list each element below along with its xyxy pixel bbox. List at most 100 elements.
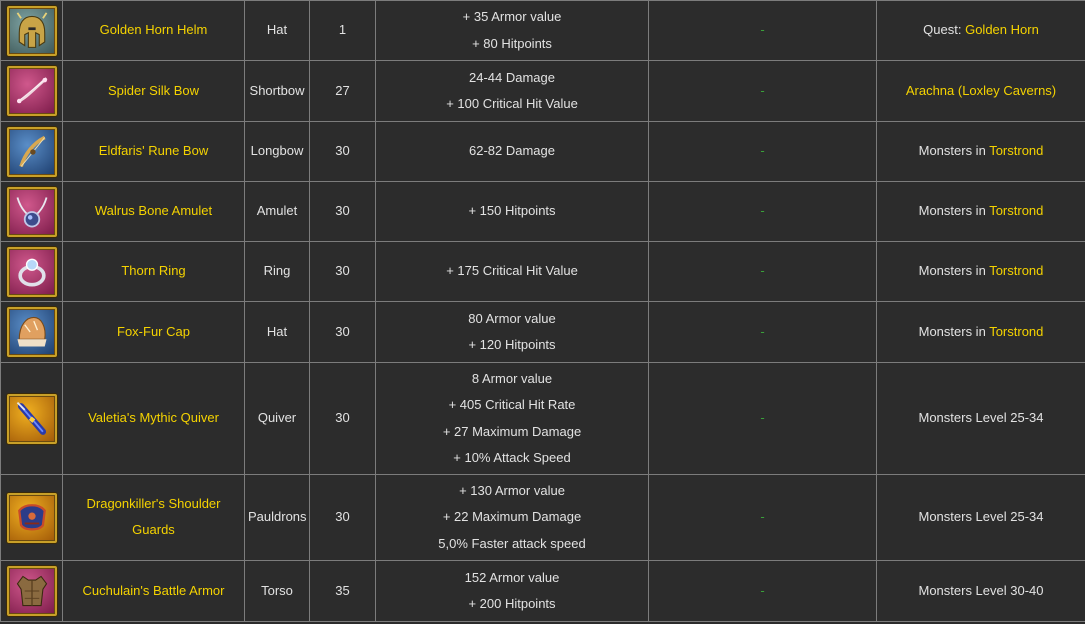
- item-set: -: [760, 582, 765, 598]
- item-stats-cell: 152 Armor value + 200 Hitpoints: [375, 560, 649, 622]
- item-level: 30: [335, 263, 350, 279]
- pauldrons-icon-art: [17, 503, 46, 530]
- item-source-cell: Monsters in Torstrond: [876, 121, 1085, 182]
- ring-icon[interactable]: [6, 246, 57, 297]
- icon-cell: [0, 60, 63, 122]
- source-link[interactable]: Golden Horn: [965, 22, 1039, 37]
- stat-line: 8 Armor value: [471, 370, 553, 386]
- source-link[interactable]: Torstrond: [989, 263, 1043, 278]
- item-set: -: [760, 263, 765, 279]
- item-name-cell: Golden Horn Helm: [62, 0, 245, 61]
- stat-line: + 35 Armor value: [462, 9, 562, 24]
- item-set-cell: -: [648, 241, 877, 302]
- item-level-cell: 27: [309, 60, 376, 122]
- stat-line: + 120 Hitpoints: [468, 337, 556, 352]
- item-set-cell: -: [648, 362, 877, 475]
- table-row: Spider Silk Bow Shortbow 27 24-44 Damage + 1…: [0, 60, 1085, 122]
- item-set-cell: -: [648, 60, 877, 122]
- helm-icon[interactable]: [6, 5, 57, 56]
- amulet-icon[interactable]: [6, 186, 57, 237]
- item-name-cell: Dragonkiller's Shoulder Guards: [62, 474, 245, 561]
- item-stats-cell: + 130 Armor value + 22 Maximum Damage 5,0%…: [375, 474, 649, 561]
- item-set-cell: -: [648, 474, 877, 561]
- item-set-cell: -: [648, 121, 877, 182]
- stat-line: + 80 Hitpoints: [472, 35, 552, 51]
- item-type-cell: Ring: [244, 241, 310, 302]
- item-name-cell: Cuchulain's Battle Armor: [62, 560, 245, 622]
- source-link[interactable]: Arachna (Loxley Caverns): [906, 83, 1056, 98]
- item-type: Quiver: [257, 410, 297, 426]
- table-row: Dragonkiller's Shoulder Guards Pauldrons 3…: [0, 474, 1085, 561]
- item-type: Hat: [266, 323, 288, 339]
- item-name-link[interactable]: Walrus Bone Amulet: [95, 198, 212, 224]
- item-type-cell: Quiver: [244, 362, 310, 475]
- stat-line: + 175 Critical Hit Value: [446, 263, 578, 279]
- item-name-link[interactable]: Spider Silk Bow: [108, 78, 199, 104]
- item-type: Amulet: [256, 203, 298, 219]
- item-level: 35: [335, 582, 350, 598]
- item-level: 30: [335, 410, 350, 426]
- item-source-cell: Monsters in Torstrond: [876, 301, 1085, 363]
- item-table-body: Golden Horn Helm Hat 1 + 35 Armor value + 80…: [0, 0, 1085, 622]
- item-set: -: [760, 143, 765, 159]
- armor-icon[interactable]: [6, 566, 57, 616]
- item-name-cell: Fox-Fur Cap: [62, 301, 245, 363]
- item-stats-cell: 24-44 Damage + 100 Critical Hit Value: [375, 60, 649, 122]
- item-name-link[interactable]: Golden Horn Helm: [100, 17, 208, 43]
- item-type-cell: Amulet: [244, 181, 310, 242]
- item-name-link[interactable]: Valetia's Mythic Quiver: [88, 405, 219, 431]
- quiver-icon[interactable]: [6, 393, 57, 444]
- item-name-link[interactable]: Thorn Ring: [121, 258, 185, 284]
- icon-cell: [0, 121, 63, 182]
- item-stats-cell: + 175 Critical Hit Value: [375, 241, 649, 302]
- helm-icon-art: [16, 11, 47, 48]
- item-level: 27: [335, 82, 350, 98]
- fur-cap-icon[interactable]: [6, 307, 57, 357]
- item-name-cell: Thorn Ring: [62, 241, 245, 302]
- item-name-link[interactable]: Fox-Fur Cap: [117, 319, 190, 345]
- ring-icon-art: [17, 258, 46, 287]
- icon-cell: [0, 0, 63, 61]
- stat-line: 152 Armor value: [464, 569, 560, 585]
- item-name-cell: Valetia's Mythic Quiver: [62, 362, 245, 475]
- item-name-link[interactable]: Cuchulain's Battle Armor: [83, 578, 225, 604]
- item-name-link[interactable]: Dragonkiller's Shoulder Guards: [66, 491, 241, 543]
- item-level-cell: 1: [309, 0, 376, 61]
- icon-cell: [0, 181, 63, 242]
- longbow-icon[interactable]: [6, 126, 57, 177]
- source-link[interactable]: Torstrond: [989, 324, 1043, 339]
- table-row: Golden Horn Helm Hat 1 + 35 Armor value + 80…: [0, 0, 1085, 61]
- item-type: Shortbow: [249, 82, 305, 98]
- bow-icon[interactable]: [6, 66, 57, 116]
- source-text: Monsters Level 25-34: [918, 509, 1044, 525]
- source-text: Monsters in: [918, 143, 990, 159]
- item-stats-cell: 62-82 Damage: [375, 121, 649, 182]
- item-stats-cell: + 35 Armor value + 80 Hitpoints: [375, 0, 649, 61]
- item-set-cell: -: [648, 181, 877, 242]
- item-source-cell: Monsters Level 25-34: [876, 474, 1085, 561]
- stat-line: + 22 Maximum Damage: [442, 509, 582, 525]
- stat-line: + 150 Hitpoints: [468, 203, 556, 219]
- amulet-icon-art: [16, 196, 47, 227]
- source-link[interactable]: Torstrond: [989, 143, 1043, 158]
- item-name-cell: Eldfaris' Rune Bow: [62, 121, 245, 182]
- stat-line: + 100 Critical Hit Value: [446, 96, 578, 111]
- item-level-cell: 30: [309, 474, 376, 561]
- longbow-icon-art: [18, 135, 46, 167]
- icon-cell: [0, 241, 63, 302]
- item-source-cell: Monsters Level 30-40: [876, 560, 1085, 622]
- item-name-link[interactable]: Eldfaris' Rune Bow: [99, 138, 208, 164]
- pauldrons-icon[interactable]: [6, 492, 57, 543]
- item-level: 30: [335, 143, 350, 159]
- stat-line: + 200 Hitpoints: [468, 596, 556, 611]
- source-text: Monsters Level 25-34: [918, 410, 1044, 426]
- item-set: -: [760, 323, 765, 339]
- item-source-cell: Monsters in Torstrond: [876, 181, 1085, 242]
- item-source-cell: Monsters Level 25-34: [876, 362, 1085, 475]
- source-link[interactable]: Torstrond: [989, 203, 1043, 218]
- item-set-cell: -: [648, 560, 877, 622]
- item-type-cell: Torso: [244, 560, 310, 622]
- item-set: -: [760, 509, 765, 525]
- icon-cell: [0, 362, 63, 475]
- source-text: Monsters Level 30-40: [918, 582, 1044, 598]
